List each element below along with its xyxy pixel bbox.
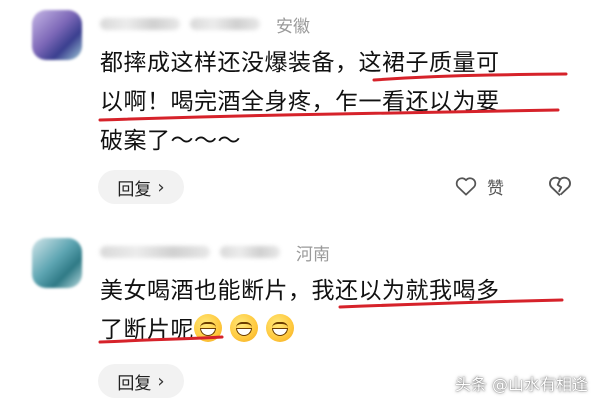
like-button[interactable]: 赞: [453, 173, 504, 199]
comment-item: 安徽 都摔成这样还没爆装备，这裙子质量可 以啊！喝完酒全身疼，乍一看还以为要 破…: [0, 0, 600, 215]
comment-meta: 安徽: [100, 12, 310, 37]
comment-line: 以啊！喝完酒全身疼，乍一看还以为要: [100, 89, 500, 115]
reply-label: 回复: [117, 179, 152, 200]
comment-line: 美女喝酒也能断片，我还以为就我喝多: [100, 278, 500, 304]
grinning-squint-emoji-icon: [266, 314, 294, 342]
chevron-right-icon: ›: [157, 370, 165, 392]
region-label: 安徽: [276, 16, 310, 37]
grinning-squint-emoji-icon: [194, 314, 222, 342]
comment-line: 都摔成这样还没爆装备，这裙子质量可: [100, 50, 500, 76]
like-label: 赞: [487, 178, 504, 199]
comment-line-with-emoji: 了断片呢: [100, 311, 570, 350]
comment-line: 了断片呢: [100, 317, 194, 343]
comment-text: 都摔成这样还没爆装备，这裙子质量可 以啊！喝完酒全身疼，乍一看还以为要 破案了～…: [100, 44, 570, 161]
broken-heart-icon[interactable]: [546, 172, 574, 200]
comment-text: 美女喝酒也能断片，我还以为就我喝多 了断片呢: [100, 272, 570, 350]
reply-button[interactable]: 回复 ›: [98, 170, 184, 204]
comment-line: 破案了～～～: [100, 128, 241, 154]
comment-actions: 赞: [453, 172, 574, 200]
reply-button[interactable]: 回复 ›: [98, 364, 184, 398]
chevron-right-icon: ›: [157, 176, 165, 198]
blurred-username: [220, 246, 280, 258]
reply-label: 回复: [117, 373, 152, 394]
blurred-username: [190, 18, 260, 30]
watermark: 头条 @山水有相逢: [454, 375, 588, 394]
comment-meta: 河南: [100, 240, 330, 265]
grinning-squint-emoji-icon: [230, 314, 258, 342]
blurred-username[interactable]: [100, 246, 210, 258]
avatar[interactable]: [32, 10, 82, 60]
blurred-username[interactable]: [100, 18, 180, 30]
region-label: 河南: [296, 244, 330, 265]
avatar[interactable]: [32, 238, 82, 288]
heart-icon: [455, 177, 477, 196]
